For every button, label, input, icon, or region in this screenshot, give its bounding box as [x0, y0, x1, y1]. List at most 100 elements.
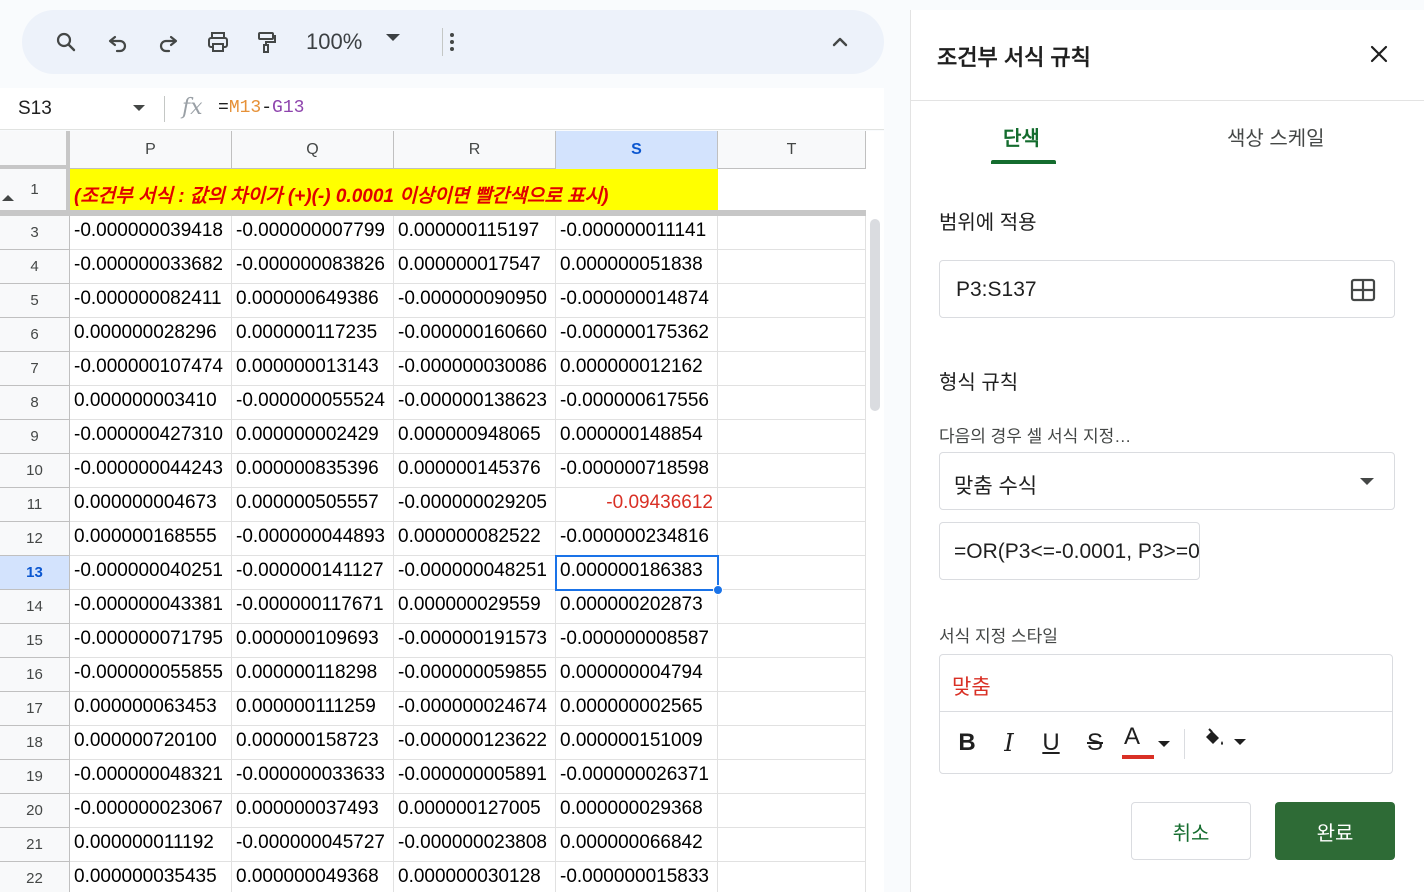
table-cell[interactable] [718, 658, 866, 692]
row-header[interactable]: 18 [0, 726, 70, 760]
table-cell[interactable]: 0.000000649386 [232, 284, 394, 318]
table-cell[interactable]: -0.000000030086 [394, 352, 556, 386]
range-input[interactable]: P3:S137 [939, 260, 1395, 318]
scroll-thumb[interactable] [870, 219, 880, 411]
table-cell[interactable]: -0.000000023067 [70, 794, 232, 828]
table-cell[interactable]: 0.000000049368 [232, 862, 394, 892]
table-cell[interactable]: -0.000000138623 [394, 386, 556, 420]
table-cell[interactable]: 0.000000035435 [70, 862, 232, 892]
table-cell[interactable]: 0.000000835396 [232, 454, 394, 488]
tab-color-scale[interactable]: 색상 스케일 [1227, 122, 1325, 151]
expand-rows-icon[interactable] [2, 195, 14, 201]
row-header[interactable]: 12 [0, 522, 70, 556]
table-cell[interactable] [718, 352, 866, 386]
zoom-select[interactable]: 100% [306, 28, 362, 56]
row-header[interactable]: 4 [0, 250, 70, 284]
table-cell[interactable]: -0.000000055524 [232, 386, 394, 420]
italic-button[interactable]: I [996, 727, 1022, 759]
row-header[interactable]: 21 [0, 828, 70, 862]
table-cell[interactable]: -0.000000123622 [394, 726, 556, 760]
table-cell[interactable]: -0.000000040251 [70, 556, 232, 590]
table-cell[interactable]: 0.000000002429 [232, 420, 394, 454]
table-cell[interactable]: 0.000000037493 [232, 794, 394, 828]
table-cell[interactable] [718, 760, 866, 794]
row-header[interactable]: 17 [0, 692, 70, 726]
table-cell[interactable]: 0.000000720100 [70, 726, 232, 760]
row-header[interactable]: 19 [0, 760, 70, 794]
chevron-down-icon[interactable] [133, 105, 145, 111]
table-cell[interactable]: 0.000000118298 [232, 658, 394, 692]
table-cell[interactable]: 0.000000002565 [556, 692, 718, 726]
table-cell[interactable] [718, 216, 866, 250]
table-cell[interactable]: -0.000000718598 [556, 454, 718, 488]
row-header[interactable]: 6 [0, 318, 70, 352]
cancel-button[interactable]: 취소 [1131, 802, 1251, 860]
table-cell[interactable]: 0.000000127005 [394, 794, 556, 828]
table-cell[interactable]: -0.000000015833 [556, 862, 718, 892]
table-cell[interactable]: -0.000000071795 [70, 624, 232, 658]
chevron-down-icon[interactable] [386, 34, 400, 41]
vertical-scrollbar[interactable] [866, 131, 884, 892]
column-header-s[interactable]: S [556, 131, 718, 169]
table-cell[interactable] [718, 726, 866, 760]
table-cell[interactable]: -0.000000191573 [394, 624, 556, 658]
table-cell[interactable]: -0.000000055855 [70, 658, 232, 692]
table-cell[interactable]: 0.000000151009 [556, 726, 718, 760]
select-range-icon[interactable] [1350, 277, 1376, 303]
table-cell[interactable]: 0.000000030128 [394, 862, 556, 892]
column-header-p[interactable]: P [70, 131, 232, 169]
row-header[interactable]: 1 [0, 169, 70, 211]
row-header[interactable]: 8 [0, 386, 70, 420]
fill-color-button[interactable] [1198, 723, 1250, 763]
table-cell[interactable]: 0.000000028296 [70, 318, 232, 352]
table-cell[interactable] [718, 318, 866, 352]
table-cell[interactable]: 0.000000063453 [70, 692, 232, 726]
table-cell[interactable] [718, 420, 866, 454]
underline-button[interactable]: U [1038, 727, 1064, 759]
column-header-t[interactable]: T [718, 131, 866, 169]
row-header[interactable]: 7 [0, 352, 70, 386]
row-header[interactable]: 22 [0, 862, 70, 892]
table-cell[interactable]: 0.000000186383 [556, 556, 718, 590]
table-cell[interactable]: 0.000000168555 [70, 522, 232, 556]
table-cell[interactable]: 0.000000017547 [394, 250, 556, 284]
row-header[interactable]: 3 [0, 216, 70, 250]
table-cell[interactable] [718, 590, 866, 624]
table-cell[interactable]: 0.000000011192 [70, 828, 232, 862]
table-cell[interactable]: -0.000000090950 [394, 284, 556, 318]
table-cell[interactable] [718, 624, 866, 658]
table-cell[interactable]: 0.000000004794 [556, 658, 718, 692]
table-cell[interactable]: -0.000000033633 [232, 760, 394, 794]
name-box[interactable]: S13 [18, 98, 52, 120]
table-cell[interactable]: -0.000000011141 [556, 216, 718, 250]
table-cell[interactable]: -0.000000082411 [70, 284, 232, 318]
column-header-r[interactable]: R [394, 131, 556, 169]
row-header[interactable]: 14 [0, 590, 70, 624]
table-cell[interactable]: 0.000000003410 [70, 386, 232, 420]
table-cell[interactable]: -0.000000175362 [556, 318, 718, 352]
table-cell[interactable]: -0.000000008587 [556, 624, 718, 658]
table-cell[interactable]: -0.000000141127 [232, 556, 394, 590]
table-cell[interactable]: -0.000000007799 [232, 216, 394, 250]
table-cell[interactable]: -0.000000048251 [394, 556, 556, 590]
table-cell[interactable]: 0.000000117235 [232, 318, 394, 352]
table-cell[interactable]: 0.000000013143 [232, 352, 394, 386]
more-vert-icon[interactable] [436, 26, 468, 58]
table-cell[interactable]: 0.000000029559 [394, 590, 556, 624]
table-cell[interactable] [718, 386, 866, 420]
table-cell[interactable]: 0.000000145376 [394, 454, 556, 488]
table-cell[interactable]: -0.000000039418 [70, 216, 232, 250]
table-cell[interactable] [718, 556, 866, 590]
text-color-button[interactable]: A [1120, 721, 1176, 763]
table-cell[interactable] [718, 828, 866, 862]
table-cell[interactable]: 0.000000029368 [556, 794, 718, 828]
table-cell[interactable]: 0.000000148854 [556, 420, 718, 454]
custom-formula-input[interactable]: =OR(P3<=-0.0001, P3>=0.0001) [939, 522, 1200, 580]
table-cell[interactable]: 0.000000948065 [394, 420, 556, 454]
table-cell[interactable]: -0.000000083826 [232, 250, 394, 284]
banner-cell[interactable]: (조건부 서식 : 값의 차이가 (+)(-) 0.0001 이상이면 빨간색으… [70, 169, 718, 211]
print-icon[interactable] [202, 26, 234, 58]
strikethrough-button[interactable]: S [1082, 727, 1108, 759]
table-cell[interactable]: 0.000000109693 [232, 624, 394, 658]
table-cell[interactable]: 0.000000012162 [556, 352, 718, 386]
